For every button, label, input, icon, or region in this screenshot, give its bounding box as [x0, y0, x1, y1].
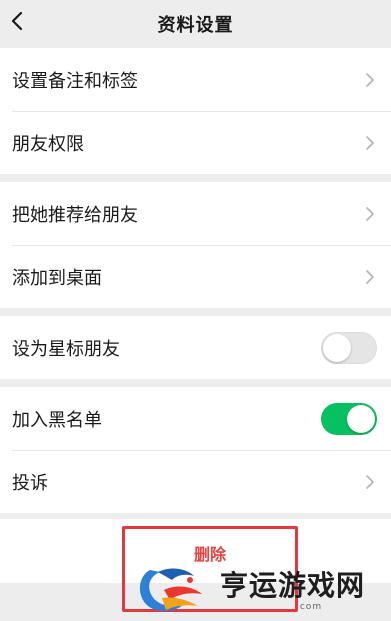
chevron-right-icon [366, 72, 374, 87]
blacklist-toggle[interactable] [321, 402, 377, 435]
recommend-to-friend-row[interactable]: 把她推荐给朋友 [0, 182, 391, 245]
row-label: 添加到桌面 [12, 267, 102, 289]
set-remark-and-tags-row[interactable]: 设置备注和标签 [0, 48, 391, 111]
chevron-right-icon [366, 206, 374, 221]
toggle-knob [347, 404, 375, 433]
watermark: 亨运游戏网 .com [128, 550, 391, 621]
row-label: 投诉 [12, 472, 48, 494]
row-label: 加入黑名单 [12, 409, 102, 431]
star-friend-toggle[interactable] [321, 331, 377, 364]
toggle-knob [323, 333, 351, 362]
watermark-domain: .com [296, 602, 323, 612]
settings-group-block: 加入黑名单 投诉 [0, 387, 391, 513]
row-label: 朋友权限 [12, 133, 84, 155]
friend-permissions-row[interactable]: 朋友权限 [0, 111, 391, 174]
watermark-name: 亨运游戏网 [220, 569, 366, 602]
dragon-logo-icon [139, 568, 202, 612]
chevron-right-icon [366, 269, 374, 284]
row-label: 把她推荐给朋友 [12, 204, 138, 226]
chevron-right-icon [366, 135, 374, 150]
nav-bar: 资料设置 [0, 0, 391, 48]
settings-group-remark: 设置备注和标签 朋友权限 [0, 48, 391, 174]
row-label: 设置备注和标签 [12, 70, 138, 92]
add-to-desktop-row[interactable]: 添加到桌面 [0, 245, 391, 308]
row-label: 设为星标朋友 [12, 338, 120, 360]
settings-group-star: 设为星标朋友 [0, 316, 391, 379]
settings-group-share: 把她推荐给朋友 添加到桌面 [0, 182, 391, 308]
chevron-right-icon [366, 474, 374, 489]
star-friend-row: 设为星标朋友 [0, 316, 391, 379]
report-row[interactable]: 投诉 [0, 450, 391, 513]
page-title: 资料设置 [157, 15, 234, 36]
add-to-blacklist-row: 加入黑名单 [0, 387, 391, 450]
